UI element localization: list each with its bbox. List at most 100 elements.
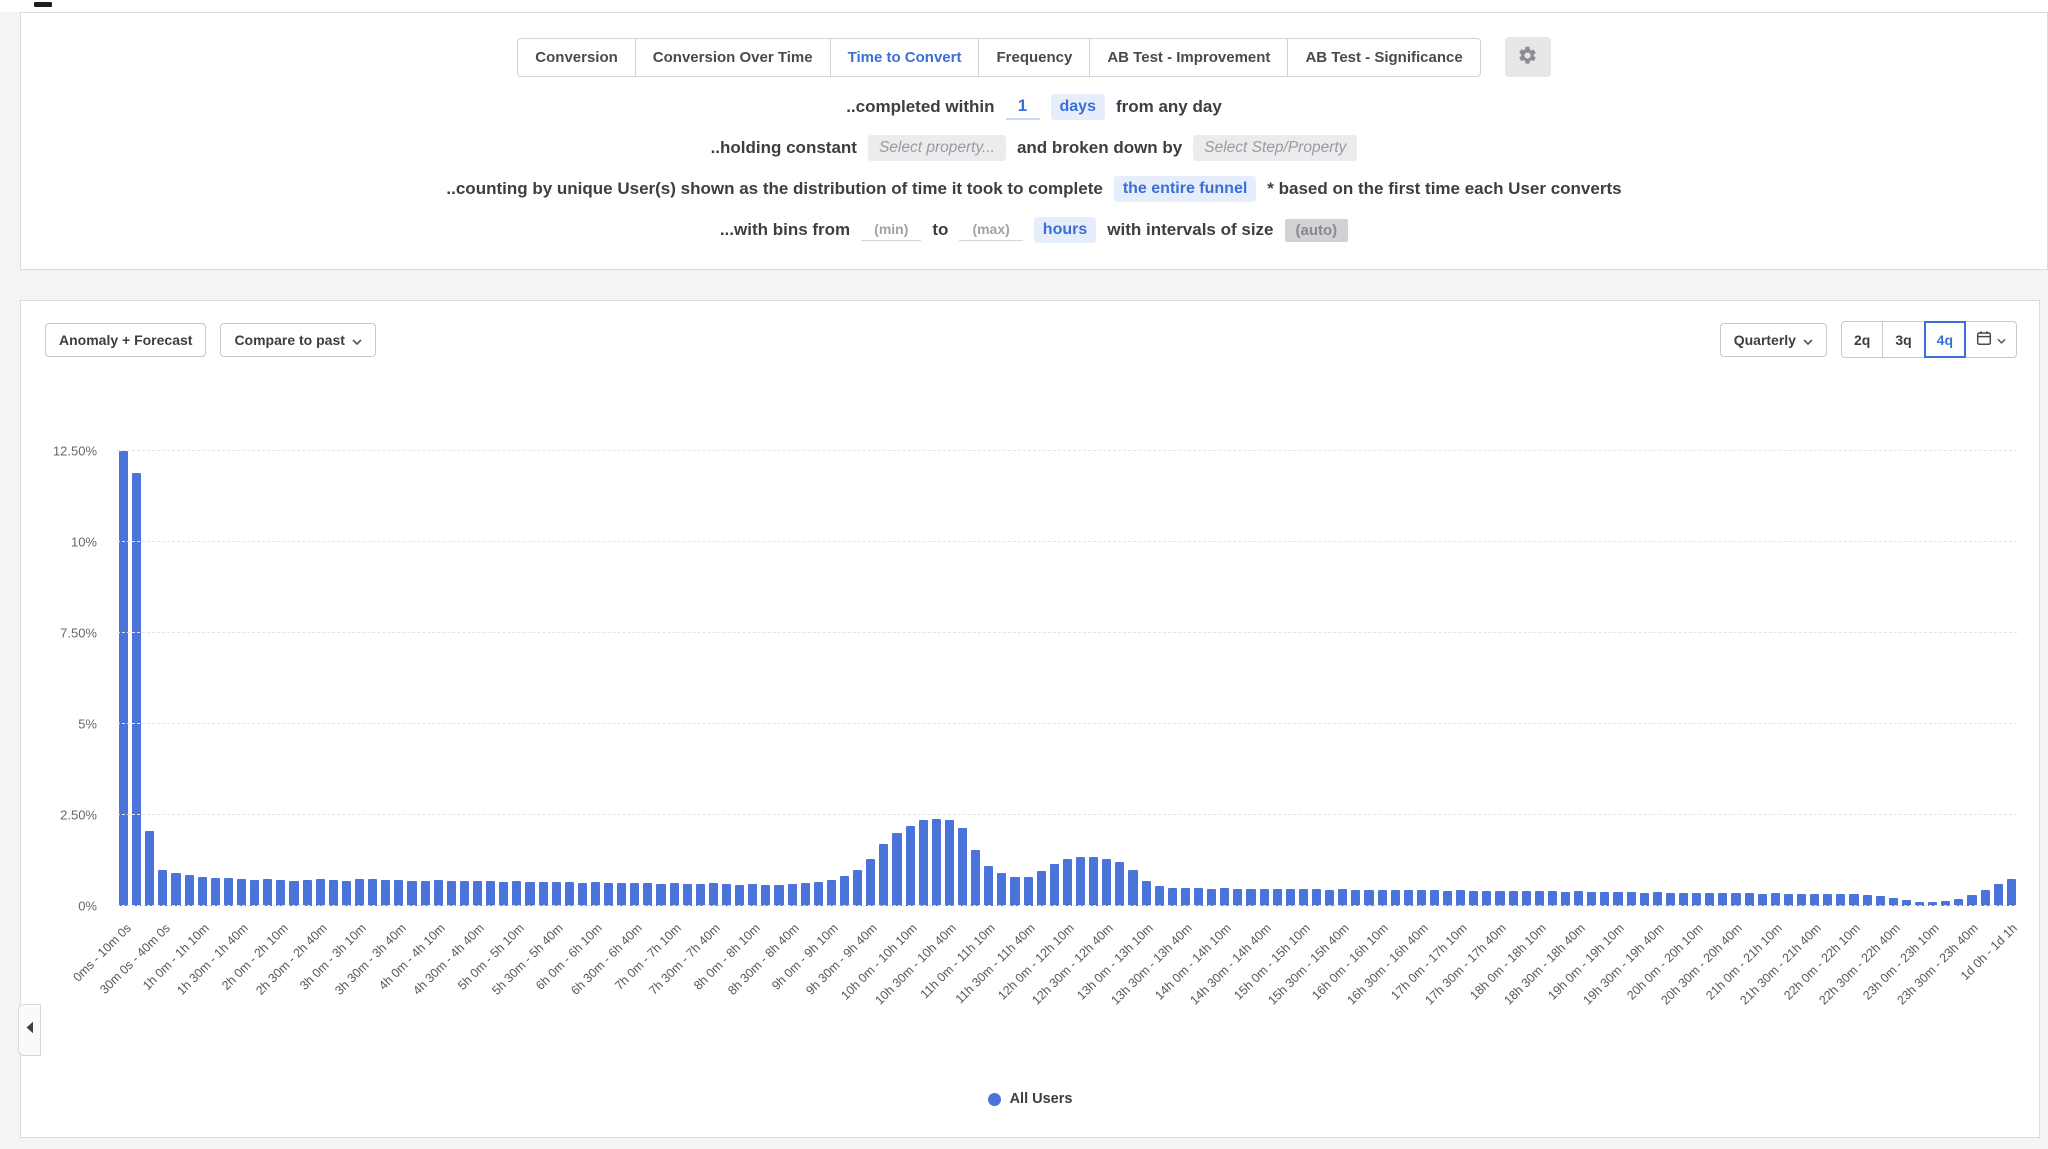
bar-103[interactable]	[1469, 891, 1478, 906]
select-step-property-dropdown[interactable]: Select Step/Property	[1193, 135, 1357, 161]
bar-79[interactable]	[1155, 886, 1164, 906]
bar-143[interactable]	[1994, 884, 2003, 906]
bar-42[interactable]	[670, 883, 679, 906]
bar-104[interactable]	[1482, 891, 1491, 906]
bar-95[interactable]	[1364, 890, 1373, 906]
bar-67[interactable]	[997, 873, 1006, 906]
tab-ab-test-improvement[interactable]: AB Test - Improvement	[1089, 38, 1288, 77]
bar-118[interactable]	[1666, 893, 1675, 906]
bar-80[interactable]	[1168, 888, 1177, 906]
bar-35[interactable]	[578, 883, 587, 906]
bar-70[interactable]	[1037, 871, 1046, 906]
bar-90[interactable]	[1299, 889, 1308, 906]
bar-86[interactable]	[1246, 889, 1255, 906]
bar-71[interactable]	[1050, 864, 1059, 906]
bar-82[interactable]	[1194, 888, 1203, 906]
bar-64[interactable]	[958, 828, 967, 906]
bar-6[interactable]	[198, 877, 207, 906]
bar-66[interactable]	[984, 866, 993, 906]
bar-88[interactable]	[1273, 889, 1282, 906]
bar-43[interactable]	[683, 884, 692, 906]
bar-41[interactable]	[656, 884, 665, 906]
bar-2[interactable]	[145, 831, 154, 906]
bar-68[interactable]	[1010, 877, 1019, 906]
collapse-sidebar-handle[interactable]	[18, 1004, 41, 1056]
bar-44[interactable]	[696, 884, 705, 906]
bin-unit-select[interactable]: hours	[1034, 217, 1096, 243]
bar-30[interactable]	[512, 881, 521, 906]
bar-113[interactable]	[1600, 892, 1609, 906]
bar-96[interactable]	[1378, 890, 1387, 906]
bar-109[interactable]	[1548, 891, 1557, 906]
bar-46[interactable]	[722, 884, 731, 906]
bar-40[interactable]	[643, 883, 652, 906]
bar-5[interactable]	[185, 875, 194, 906]
bar-98[interactable]	[1404, 890, 1413, 906]
bar-59[interactable]	[892, 833, 901, 906]
bar-77[interactable]	[1128, 870, 1137, 906]
bar-85[interactable]	[1233, 889, 1242, 906]
range-button-4q[interactable]: 4q	[1924, 321, 1966, 358]
bar-58[interactable]	[879, 844, 888, 906]
bar-10[interactable]	[250, 880, 259, 906]
bar-74[interactable]	[1089, 857, 1098, 906]
bar-22[interactable]	[407, 881, 416, 906]
bar-38[interactable]	[617, 883, 626, 906]
bar-61[interactable]	[919, 820, 928, 906]
bar-21[interactable]	[394, 880, 403, 906]
tab-frequency[interactable]: Frequency	[978, 38, 1090, 77]
bar-28[interactable]	[486, 881, 495, 906]
bar-116[interactable]	[1640, 893, 1649, 906]
bar-101[interactable]	[1443, 891, 1452, 906]
chart-settings-button[interactable]	[1505, 37, 1551, 77]
range-button-2q[interactable]: 2q	[1841, 321, 1883, 358]
bar-69[interactable]	[1024, 877, 1033, 906]
bar-14[interactable]	[303, 880, 312, 906]
bar-51[interactable]	[788, 884, 797, 906]
bar-25[interactable]	[447, 881, 456, 906]
bar-81[interactable]	[1181, 888, 1190, 906]
bar-73[interactable]	[1076, 857, 1085, 906]
bar-20[interactable]	[381, 880, 390, 906]
bar-37[interactable]	[604, 883, 613, 906]
bin-size-auto-select[interactable]: (auto)	[1285, 219, 1349, 242]
bar-110[interactable]	[1561, 892, 1570, 906]
bar-144[interactable]	[2007, 879, 2016, 906]
bar-94[interactable]	[1351, 890, 1360, 906]
bar-11[interactable]	[263, 879, 272, 906]
bar-47[interactable]	[735, 885, 744, 906]
bar-4[interactable]	[171, 873, 180, 906]
bar-93[interactable]	[1338, 889, 1347, 906]
bar-13[interactable]	[289, 881, 298, 906]
bar-32[interactable]	[539, 882, 548, 906]
bar-15[interactable]	[316, 879, 325, 906]
bar-100[interactable]	[1430, 890, 1439, 906]
bar-114[interactable]	[1613, 892, 1622, 906]
bar-99[interactable]	[1417, 890, 1426, 906]
conversion-window-unit-select[interactable]: days	[1051, 94, 1105, 120]
bar-7[interactable]	[211, 878, 220, 906]
bar-97[interactable]	[1391, 890, 1400, 906]
bar-108[interactable]	[1535, 891, 1544, 906]
bin-min-input[interactable]: (min)	[861, 220, 921, 241]
bar-50[interactable]	[774, 885, 783, 906]
compare-to-past-button[interactable]: Compare to past	[220, 323, 375, 357]
bar-117[interactable]	[1653, 892, 1662, 906]
range-button-3q[interactable]: 3q	[1882, 321, 1924, 358]
bar-18[interactable]	[355, 879, 364, 906]
bar-53[interactable]	[814, 882, 823, 906]
bar-57[interactable]	[866, 859, 875, 906]
bar-105[interactable]	[1495, 891, 1504, 906]
bar-92[interactable]	[1325, 890, 1334, 906]
bar-142[interactable]	[1981, 890, 1990, 906]
interval-dropdown[interactable]: Quarterly	[1720, 323, 1827, 357]
tab-ab-test-significance[interactable]: AB Test - Significance	[1287, 38, 1480, 77]
bar-107[interactable]	[1522, 891, 1531, 906]
bar-106[interactable]	[1509, 891, 1518, 906]
bar-76[interactable]	[1115, 862, 1124, 906]
bar-0[interactable]	[119, 451, 128, 906]
tab-conversion-over-time[interactable]: Conversion Over Time	[635, 38, 831, 77]
bar-52[interactable]	[801, 883, 810, 906]
bar-115[interactable]	[1627, 892, 1636, 906]
anomaly-forecast-button[interactable]: Anomaly + Forecast	[45, 323, 206, 357]
